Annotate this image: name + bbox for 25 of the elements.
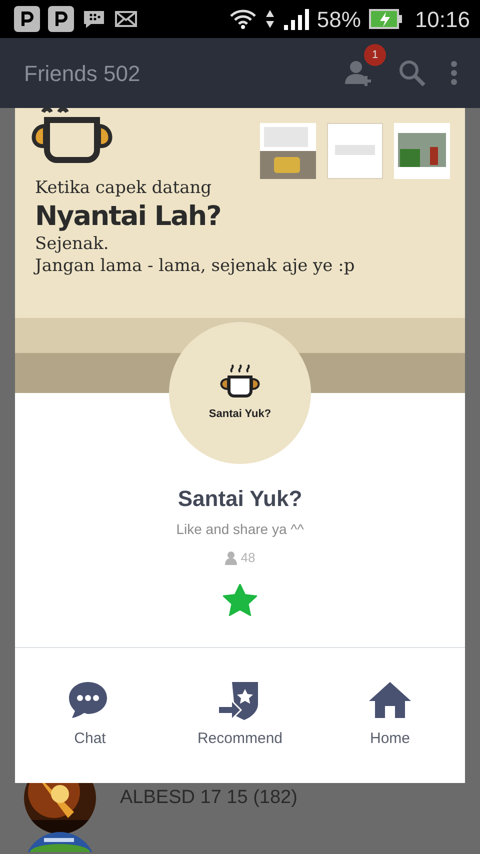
recommend-button[interactable]: Recommend	[165, 679, 315, 752]
battery-icon	[368, 8, 403, 30]
wifi-icon	[228, 8, 257, 30]
signal-icon	[282, 8, 309, 30]
search-icon	[398, 59, 426, 87]
battery-percent: 58%	[316, 6, 361, 34]
status-message: Like and share ya ^^	[176, 520, 304, 539]
avatar-caption: Santai Yuk?	[208, 406, 272, 422]
follower-count: 48	[240, 549, 256, 567]
chat-button[interactable]: Chat	[15, 679, 165, 752]
header-title: Friends 502	[24, 60, 142, 88]
home-button[interactable]: Home	[315, 679, 465, 752]
notification-badge: 1	[364, 44, 386, 66]
home-icon	[368, 680, 412, 720]
add-friend-button[interactable]	[344, 58, 374, 88]
person-icon	[224, 550, 237, 565]
data-arrows-icon	[264, 8, 275, 30]
search-button[interactable]	[398, 59, 426, 87]
favorite-star[interactable]	[223, 584, 257, 616]
add-friend-icon	[344, 58, 374, 88]
more-icon	[450, 60, 458, 86]
profile-name: Santai Yuk?	[178, 485, 302, 513]
clock: 10:16	[414, 6, 470, 34]
mail-icon	[114, 9, 138, 29]
menu-button[interactable]	[450, 60, 458, 86]
